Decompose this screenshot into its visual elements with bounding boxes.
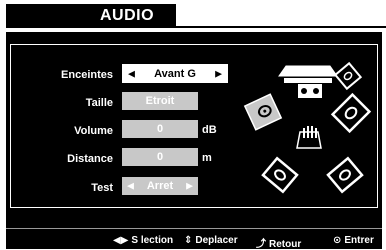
left-right-arrows-icon: ◀▶	[113, 235, 129, 246]
hint-move: ⇕ Deplacer	[184, 235, 238, 246]
footer-divider	[6, 228, 382, 229]
front-right-speaker-icon	[330, 92, 372, 134]
hint-enter: ⊙ Entrer	[333, 235, 374, 246]
enter-circle-icon: ⊙	[333, 235, 342, 246]
return-arrow-icon: ⤴	[256, 239, 266, 250]
front-left-speaker-icon	[243, 93, 283, 131]
surround-right-speaker-icon	[326, 156, 364, 194]
center-speaker-icon	[278, 65, 338, 98]
hint-select: ◀▶ S lection	[113, 235, 174, 246]
up-down-arrows-icon: ⇕	[184, 235, 193, 246]
surround-left-speaker-icon	[261, 156, 299, 194]
front-right-small-speaker-icon	[333, 61, 363, 91]
audio-setup-screen: AUDIO Enceintes ◀ Avant G ▶ Taille Etroi…	[0, 0, 386, 250]
listener-icon	[296, 126, 322, 149]
hint-back: ⤴ Retour	[256, 235, 301, 250]
